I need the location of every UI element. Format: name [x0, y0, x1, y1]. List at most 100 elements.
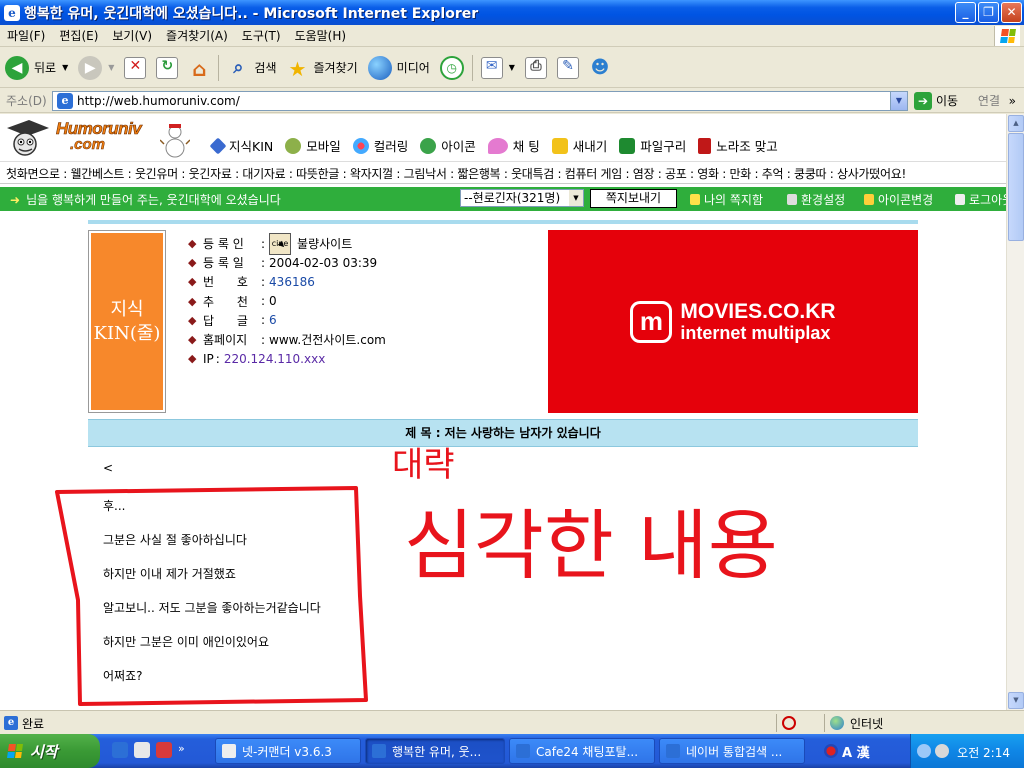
- vertical-scrollbar[interactable]: ▲ ▼: [1006, 114, 1024, 710]
- info-row-ip: ◆ IP : 220.124.110.xxx: [188, 351, 326, 366]
- body-line: 하지만 그분은 이미 애인이있어요: [103, 635, 270, 649]
- chevron-down-icon[interactable]: ▼: [62, 63, 68, 72]
- task-cafe24[interactable]: Cafe24 채팅포탈...: [509, 738, 655, 764]
- links-label[interactable]: 연결: [978, 92, 1000, 109]
- task-netcommander[interactable]: 넷-커맨더 v3.6.3: [215, 738, 361, 764]
- menu-bar: 파일(F) 편집(E) 보기(V) 즐겨찾기(A) 도구(T) 도움말(H): [0, 25, 1024, 47]
- category-bar[interactable]: 첫화면으로 : 웰간베스트 : 웃긴유머 : 웃긴자료 : 대기자료 : 따뜻한…: [0, 164, 1006, 184]
- movies-ad-banner[interactable]: m MOVIES.CO.KR internet multiplax: [548, 230, 918, 413]
- clock[interactable]: 오전 2:14: [957, 744, 1010, 761]
- search-button[interactable]: ⌕ 검색: [222, 51, 281, 85]
- menu-file[interactable]: 파일(F): [0, 27, 52, 44]
- user-icon[interactable]: cine: [269, 232, 292, 255]
- menu-help[interactable]: 도움말(H): [288, 27, 354, 44]
- search-icon: ⌕: [233, 56, 244, 78]
- ie-icon: [666, 744, 680, 758]
- nav-label: 새내기: [572, 139, 608, 154]
- diamond-bullet-icon: ◆: [188, 333, 197, 347]
- messenger-button[interactable]: ☻: [584, 51, 616, 85]
- title-bar[interactable]: e 행복한 유머, 웃긴대학에 오셨습니다.. - Microsoft Inte…: [0, 0, 1024, 25]
- status-text: 완료: [22, 717, 45, 731]
- media-button[interactable]: 미디어: [363, 51, 435, 85]
- nav-icon[interactable]: 아이콘: [420, 136, 476, 155]
- settings-link[interactable]: 환경설정: [787, 191, 845, 208]
- tray-chevron-icon[interactable]: [917, 744, 931, 758]
- nav-mobile[interactable]: 모바일: [285, 136, 341, 155]
- note-icon: [690, 194, 700, 205]
- menu-favorites[interactable]: 즐겨찾기(A): [159, 27, 235, 44]
- scroll-down-icon[interactable]: ▼: [1008, 692, 1024, 709]
- edit-button[interactable]: ✎: [552, 51, 584, 85]
- change-icon-link[interactable]: 아이콘변경: [864, 191, 933, 208]
- forward-button[interactable]: ▶ ▼: [73, 51, 119, 85]
- go-button[interactable]: ➔ 이동: [914, 91, 958, 110]
- humoruniv-logo[interactable]: Humoruniv .com: [2, 116, 197, 160]
- stop-button[interactable]: ✕: [119, 51, 151, 85]
- history-button[interactable]: ◷: [435, 51, 469, 85]
- send-note-button[interactable]: 쪽지보내기: [590, 189, 677, 208]
- nav-chat[interactable]: 채 팅: [487, 136, 540, 155]
- close-button[interactable]: ✕: [1001, 2, 1022, 23]
- maximize-button[interactable]: ❐: [978, 2, 999, 23]
- chevron-down-icon[interactable]: ▼: [509, 63, 515, 72]
- body-line: 그분은 사실 절 좋아하십니다: [103, 533, 247, 547]
- scroll-up-icon[interactable]: ▲: [1008, 115, 1024, 132]
- my-notes-link[interactable]: 나의 쪽지함: [690, 191, 763, 208]
- ad-text: MOVIES.CO.KR internet multiplax: [680, 300, 835, 343]
- favorites-button[interactable]: ★ 즐겨찾기: [282, 51, 363, 85]
- menu-edit[interactable]: 편집(E): [52, 27, 105, 44]
- ime-indicator[interactable]: A 漢: [824, 740, 870, 762]
- task-naver[interactable]: 네이버 통합검색 ...: [659, 738, 805, 764]
- date-value: 2004-02-03 03:39: [269, 255, 378, 270]
- menu-tools[interactable]: 도구(T): [235, 27, 288, 44]
- toolbar-separator: [218, 54, 220, 81]
- privacy-icon[interactable]: [782, 716, 796, 730]
- logout-link[interactable]: 로그아웃: [955, 191, 1006, 208]
- replies-value: 6: [269, 313, 277, 328]
- nav-label: 지식KIN: [229, 139, 274, 154]
- desktop-icon[interactable]: [134, 742, 150, 758]
- mail-button[interactable]: ✉ ▼: [476, 51, 520, 85]
- address-dropdown-icon[interactable]: ▼: [890, 91, 907, 110]
- arrow-right-icon: ➜: [10, 193, 21, 207]
- back-button[interactable]: ◀ 뒤로 ▼: [0, 51, 73, 85]
- print-icon: ⎙: [524, 56, 547, 79]
- app-quicklaunch-icon[interactable]: [156, 742, 172, 758]
- minimize-button[interactable]: _: [955, 2, 976, 23]
- refresh-button[interactable]: ↻: [151, 51, 183, 85]
- nav-kin[interactable]: 지식KIN: [209, 136, 274, 155]
- start-button[interactable]: 시작: [0, 734, 100, 768]
- annotation-large-text: 심각한 내용: [404, 501, 778, 590]
- home-button[interactable]: ⌂: [183, 51, 215, 85]
- menu-view[interactable]: 보기(V): [105, 27, 159, 44]
- globe-icon: [830, 716, 844, 730]
- address-url[interactable]: http://web.humoruniv.com/: [77, 94, 240, 108]
- taskbar: 시작 » 넷-커맨더 v3.6.3 행복한 유머, 웃... Cafe24 채팅…: [0, 734, 1024, 768]
- print-button[interactable]: ⎙: [520, 51, 552, 85]
- page-status-icon: e: [4, 716, 18, 730]
- network-icon[interactable]: [935, 744, 949, 758]
- body-line: 후...: [103, 499, 126, 513]
- site-nav: 지식KIN 모바일 컬러링 아이콘 채 팅 새내기 파일구리 노라조 맞고: [209, 136, 790, 155]
- address-input[interactable]: e http://web.humoruniv.com/ ▼: [52, 90, 908, 111]
- chevron-down-icon[interactable]: ▼: [108, 63, 114, 72]
- online-members-select[interactable]: --현로긴자(321명) ▼: [460, 189, 584, 207]
- nav-coloring[interactable]: 컬러링: [352, 136, 408, 155]
- nav-label: 파일구리: [640, 139, 687, 154]
- nav-label: 채 팅: [512, 139, 540, 154]
- ie-quicklaunch-icon[interactable]: [112, 742, 128, 758]
- links-chevron-icon[interactable]: »: [1009, 94, 1016, 108]
- nav-label: 아이콘: [441, 139, 476, 154]
- kin-badge[interactable]: 지식 KIN(줄): [88, 230, 166, 413]
- nav-newbie[interactable]: 새내기: [551, 136, 608, 155]
- start-label: 시작: [30, 742, 58, 761]
- mail-icon: ✉: [480, 56, 503, 79]
- registrant-label: 등 록 인: [203, 237, 244, 252]
- registrant-value[interactable]: 불량사이트: [297, 235, 352, 252]
- task-humoruniv[interactable]: 행복한 유머, 웃...: [365, 738, 505, 764]
- scroll-thumb[interactable]: [1008, 133, 1024, 241]
- nav-matgo[interactable]: 노라조 맞고: [698, 136, 778, 155]
- homepage-value[interactable]: www.건전사이트.com: [269, 331, 386, 348]
- quicklaunch-chevron-icon[interactable]: »: [178, 742, 185, 758]
- nav-filegури[interactable]: 파일구리: [619, 136, 686, 155]
